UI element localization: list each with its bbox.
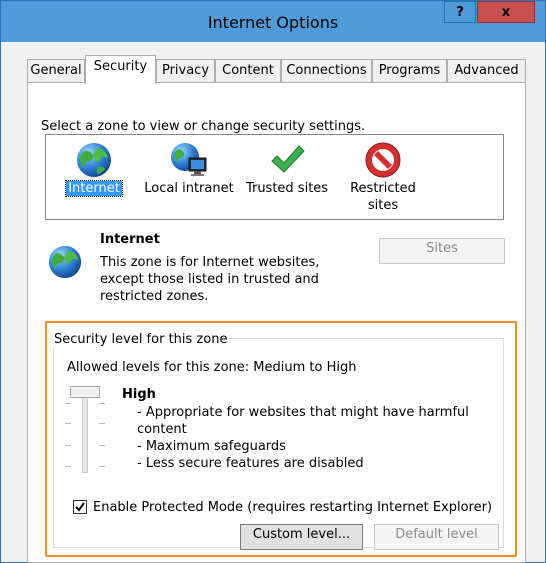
zone-label-internet: Internet: [65, 180, 123, 197]
globe-icon: [48, 245, 82, 279]
tab-content[interactable]: Content: [215, 59, 281, 83]
slider-tick: [65, 403, 71, 404]
slider-tick: [99, 466, 105, 467]
protected-mode-label: Enable Protected Mode (requires restarti…: [93, 500, 493, 515]
tab-connections[interactable]: Connections: [281, 59, 372, 83]
close-button[interactable]: x: [477, 1, 535, 23]
zone-internet[interactable]: Internet: [48, 140, 140, 197]
slider-tick: [65, 445, 71, 446]
help-button[interactable]: ?: [444, 1, 476, 23]
default-level-button[interactable]: Default level: [374, 524, 499, 550]
zone-label-trusted-sites: Trusted sites: [245, 181, 329, 196]
slider-tick: [99, 423, 105, 424]
restricted-no-entry-icon: [365, 142, 401, 178]
slider-tick: [99, 445, 105, 446]
security-level-slider[interactable]: [63, 383, 109, 478]
security-level-title: High: [122, 387, 156, 402]
slider-tick: [65, 423, 71, 424]
zone-prompt: Select a zone to view or change security…: [41, 119, 366, 134]
title-bar[interactable]: Internet Options ? x: [1, 1, 545, 42]
green-check-icon: [271, 145, 305, 173]
zone-trusted-sites[interactable]: Trusted sites: [241, 140, 333, 197]
slider-tick: [65, 466, 71, 467]
tab-programs[interactable]: Programs: [372, 59, 447, 83]
zone-local-intranet[interactable]: Local intranet: [143, 140, 235, 197]
tab-general[interactable]: General: [27, 59, 85, 83]
zone-label-restricted-sites: Restricted sites: [350, 181, 416, 213]
tab-security[interactable]: Security: [85, 55, 156, 84]
intranet-globe-monitor-icon: [171, 143, 207, 176]
zone-info-description: This zone is for Internet websites, exce…: [100, 255, 320, 304]
sites-button[interactable]: Sites: [379, 238, 505, 264]
custom-level-button[interactable]: Custom level...: [240, 524, 363, 550]
tab-advanced[interactable]: Advanced: [447, 59, 526, 83]
slider-thumb[interactable]: [70, 386, 100, 398]
tab-privacy[interactable]: Privacy: [156, 59, 215, 83]
security-level-description: - Appropriate for websites that might ha…: [137, 405, 469, 471]
slider-track: [82, 387, 88, 473]
checkmark-icon: [75, 502, 85, 512]
globe-icon: [77, 143, 111, 177]
allowed-levels-text: Allowed levels for this zone: Medium to …: [67, 360, 357, 375]
security-level-group-label: Security level for this zone: [52, 332, 230, 347]
slider-tick: [99, 403, 105, 404]
protected-mode-checkbox-row[interactable]: Enable Protected Mode (requires restarti…: [73, 499, 493, 517]
protected-mode-checkbox[interactable]: [73, 500, 87, 514]
zone-label-local-intranet: Local intranet: [144, 181, 234, 196]
zone-info-title: Internet: [100, 232, 160, 247]
zone-restricted-sites[interactable]: Restricted sites: [337, 140, 429, 214]
